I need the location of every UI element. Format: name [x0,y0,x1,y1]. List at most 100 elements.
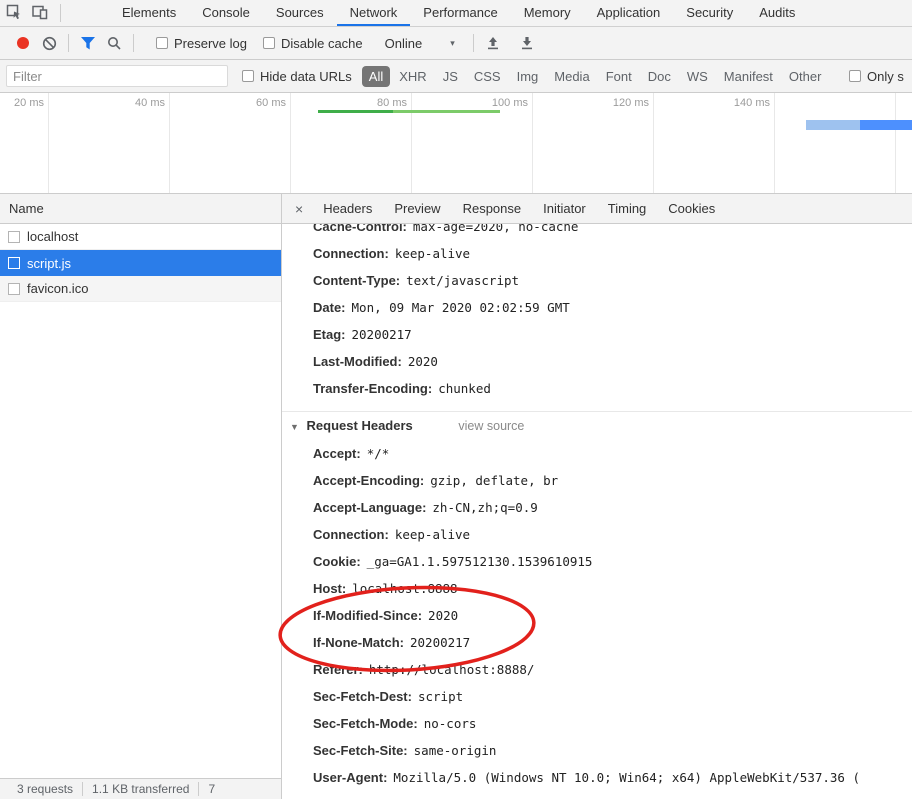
divider [60,4,61,22]
request-header-line: Accept: */* [313,446,390,461]
waterfall-bar-green [318,110,393,113]
detail-tab-response[interactable]: Response [452,201,533,216]
preserve-log-checkbox[interactable]: Preserve log [156,36,247,51]
gridline [653,93,654,193]
export-har-icon[interactable] [514,31,540,55]
filter-chip-css[interactable]: CSS [467,66,508,87]
request-name: localhost [27,229,79,244]
clear-icon[interactable] [36,31,62,55]
divider [133,34,134,52]
filter-chip-font[interactable]: Font [599,66,639,87]
tab-sources[interactable]: Sources [263,0,337,26]
triangle-down-icon: ▼ [290,422,299,432]
filter-chip-media[interactable]: Media [547,66,596,87]
throttling-dropdown[interactable]: Online ▾ [385,36,455,51]
response-header-line: Connection: keep-alive [313,246,471,261]
filter-chip-manifest[interactable]: Manifest [717,66,780,87]
throttling-value: Online [384,35,423,51]
inspect-cursor-icon[interactable] [6,4,22,23]
response-header-line: Date: Mon, 09 Mar 2020 02:02:59 GMT [313,300,570,315]
filter-chip-all[interactable]: All [361,65,391,87]
file-icon [8,257,20,269]
filter-chip-js[interactable]: JS [436,66,465,87]
timeline-overview[interactable]: 20 ms 40 ms 60 ms 80 ms 100 ms 120 ms 14… [0,93,912,194]
request-headers-section: ▼ Request Headers view source Accept: */*… [282,411,912,791]
tab-network[interactable]: Network [336,0,411,26]
response-header-line: Cache-Control: max-age=2020, no-cache [313,224,579,234]
gridline [895,93,896,193]
tick-label: 100 ms [491,97,528,109]
filter-chip-doc[interactable]: Doc [641,66,678,87]
filter-input[interactable] [6,65,228,87]
request-header-line: Connection: keep-alive [313,527,471,542]
tab-security[interactable]: Security [673,0,746,26]
request-headers-title-row[interactable]: ▼ Request Headers view source [282,412,912,440]
request-header-line-if-modified-since: If-Modified-Since: 2020 [313,608,459,623]
divider [472,34,474,52]
filter-chip-xhr[interactable]: XHR [392,66,433,87]
response-header-line: Content-Type: text/javascript [313,273,520,288]
response-header-line: Transfer-Encoding: chunked [313,381,491,396]
waterfall-bar-blue-dark [860,120,912,130]
device-toolbar-icon[interactable] [32,4,48,23]
tab-application[interactable]: Application [584,0,674,26]
section-title: Request Headers [306,418,413,433]
filter-chip-ws[interactable]: WS [680,66,715,87]
gridline [169,93,170,193]
tab-performance[interactable]: Performance [410,0,510,26]
network-toolbar: Preserve log Disable cache Online ▾ [0,27,912,60]
request-row-localhost[interactable]: localhost [0,224,281,250]
checkbox-icon[interactable] [849,70,861,82]
headers-pane[interactable]: Cache-Control: max-age=2020, no-cache Con… [282,224,912,799]
import-har-icon[interactable] [480,31,506,55]
request-header-line: Cookie: _ga=GA1.1.597512130.1539610915 [313,554,593,569]
disable-cache-checkbox[interactable]: Disable cache [262,35,363,51]
checkbox-icon[interactable] [242,70,254,82]
gridline [290,93,291,193]
tick-label: 40 ms [135,97,165,109]
checkbox-icon[interactable] [262,37,275,49]
request-header-line: Accept-Encoding: gzip, deflate, br [313,473,559,488]
hide-data-urls-checkbox[interactable]: Hide data URLs [242,69,352,84]
detail-tab-cookies[interactable]: Cookies [657,201,726,216]
transferred-size: 1.1 KB transferred [82,782,198,796]
gridline [48,93,49,193]
funnel-icon[interactable] [75,31,101,55]
response-header-line: Etag: 20200217 [313,327,412,342]
network-status-bar: 3 requests 1.1 KB transferred 7 [0,778,281,799]
detail-tab-preview[interactable]: Preview [383,201,451,216]
waterfall-bar-blue [806,120,912,130]
tick-label: 120 ms [612,97,649,109]
request-row-scriptjs[interactable]: script.js [0,250,281,276]
view-source-link[interactable]: view source [458,419,524,433]
detail-tab-initiator[interactable]: Initiator [532,201,597,216]
tab-elements[interactable]: Elements [109,0,189,26]
tick-label: 80 ms [377,97,407,109]
filter-chip-other[interactable]: Other [782,66,829,87]
checkbox-icon[interactable] [156,37,168,49]
request-header-line: Referer: http://localhost:8888/ [313,662,535,677]
gridline [774,93,775,193]
tab-console[interactable]: Console [189,0,263,26]
request-name: favicon.ico [27,281,89,296]
tick-label: 140 ms [733,97,770,109]
gridline [411,93,412,193]
name-column-header[interactable]: Name [0,194,281,224]
filter-chip-img[interactable]: Img [510,66,546,87]
file-icon [8,230,20,243]
gridline [532,93,533,193]
detail-tab-timing[interactable]: Timing [597,201,658,216]
waterfall-bar-green-light [393,110,500,113]
headers-content: Cache-Control: max-age=2020, no-cache Con… [282,224,912,791]
detail-tab-headers[interactable]: Headers [312,201,383,216]
tab-audits[interactable]: Audits [746,0,808,26]
record-icon[interactable] [10,31,36,55]
search-icon[interactable] [101,31,127,55]
request-row-favicon[interactable]: favicon.ico [0,276,281,302]
response-header-line: Last-Modified: 2020 [313,354,438,369]
tab-memory[interactable]: Memory [511,0,584,26]
only-checkbox[interactable]: Only s [849,69,904,84]
file-icon [8,282,20,295]
disable-cache-label: Disable cache [280,35,363,51]
close-icon[interactable]: × [286,201,312,217]
